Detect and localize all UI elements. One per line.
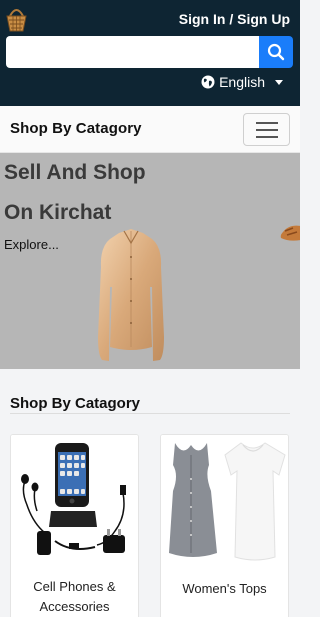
language-label: English <box>219 74 265 90</box>
category-navbar: Shop By Catagory <box>0 106 300 153</box>
category-card-cell-phones[interactable]: Cell Phones & Accessories <box>10 434 139 617</box>
satin-blouse-image <box>98 229 164 361</box>
search-input[interactable] <box>6 36 259 68</box>
hero-carousel[interactable]: Sell And Shop On Kirchat Explore... <box>0 153 300 369</box>
cell-phone-accessories-image <box>11 435 138 565</box>
category-label: Cell Phones & Accessories <box>33 579 116 614</box>
search-bar <box>6 36 293 68</box>
chevron-down-icon <box>275 79 283 85</box>
sandal-image <box>280 225 300 241</box>
search-icon <box>267 43 285 61</box>
basket-logo-icon[interactable] <box>6 5 27 32</box>
language-selector[interactable]: English <box>201 74 283 90</box>
hamburger-menu-icon <box>255 121 278 124</box>
sign-in-link[interactable]: Sign In / Sign Up <box>179 11 290 27</box>
hero-headline-1: Sell And Shop <box>4 161 146 184</box>
womens-tops-image <box>161 435 288 565</box>
section-title: Shop By Catagory <box>10 395 141 412</box>
hero-headline-2: On Kirchat <box>4 201 112 224</box>
globe-icon <box>201 75 215 89</box>
search-button[interactable] <box>259 36 293 68</box>
top-header: Sign In / Sign Up English <box>0 0 300 106</box>
category-nav-title: Shop By Catagory <box>10 120 142 137</box>
category-label: Women's Tops <box>182 581 267 596</box>
menu-toggle-button[interactable] <box>243 113 290 146</box>
explore-link[interactable]: Explore... <box>4 237 59 252</box>
section-divider <box>10 413 290 414</box>
category-card-womens-tops[interactable]: Women's Tops <box>160 434 289 617</box>
